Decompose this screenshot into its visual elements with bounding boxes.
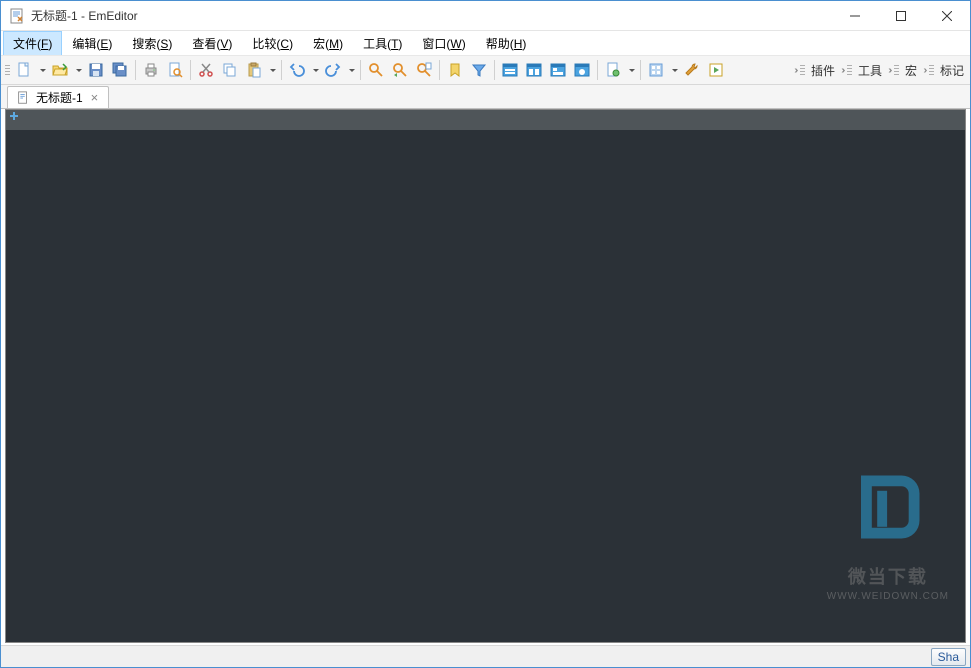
menu-file[interactable]: 文件(F) xyxy=(3,31,62,56)
cut-button[interactable] xyxy=(195,59,217,81)
new-file-dropdown[interactable] xyxy=(37,59,47,81)
redo-dropdown[interactable] xyxy=(346,59,356,81)
document-icon xyxy=(16,91,30,105)
properties-button[interactable] xyxy=(645,59,667,81)
close-button[interactable] xyxy=(924,1,970,30)
toolbar-label-markers: 标记 xyxy=(936,62,968,79)
layout-web-button[interactable] xyxy=(571,59,593,81)
menu-window[interactable]: 窗口(W) xyxy=(412,31,475,56)
print-preview-button[interactable] xyxy=(164,59,186,81)
layout-outline-button[interactable] xyxy=(547,59,569,81)
document-config-dropdown[interactable] xyxy=(626,59,636,81)
find-in-files-button[interactable] xyxy=(413,59,435,81)
minimize-button[interactable] xyxy=(832,1,878,30)
status-bar: Sha xyxy=(1,645,970,667)
toolbar-overflow-main[interactable]: ›› xyxy=(792,65,798,76)
find-button[interactable] xyxy=(365,59,387,81)
properties-dropdown[interactable] xyxy=(669,59,679,81)
document-tab-label: 无标题-1 xyxy=(36,89,83,106)
toolbar-overflow-tools[interactable]: ›› xyxy=(886,65,892,76)
document-tab[interactable]: 无标题-1 × xyxy=(7,86,109,108)
editor-content[interactable] xyxy=(6,130,965,642)
toolbar-grip-tools[interactable] xyxy=(847,59,852,81)
window-title: 无标题-1 - EmEditor xyxy=(31,7,832,24)
find-next-button[interactable] xyxy=(389,59,411,81)
menu-edit[interactable]: 编辑(E) xyxy=(62,31,122,56)
save-button[interactable] xyxy=(85,59,107,81)
toolbar-grip-markers[interactable] xyxy=(929,59,934,81)
toolbar-grip-plugins[interactable] xyxy=(800,59,805,81)
toolbar-label-macros: 宏 xyxy=(901,62,921,79)
menu-bar: 文件(F) 编辑(E) 搜索(S) 查看(V) 比较(C) 宏(M) 工具(T)… xyxy=(1,31,970,55)
open-file-button[interactable] xyxy=(49,59,71,81)
menu-compare[interactable]: 比较(C) xyxy=(242,31,303,56)
save-all-button[interactable] xyxy=(109,59,131,81)
bookmark-button[interactable] xyxy=(444,59,466,81)
maximize-button[interactable] xyxy=(878,1,924,30)
menu-macros[interactable]: 宏(M) xyxy=(303,31,353,56)
copy-button[interactable] xyxy=(219,59,241,81)
tab-close-button[interactable]: × xyxy=(89,91,101,104)
toolbar-overflow-macros[interactable]: ›› xyxy=(921,65,927,76)
app-icon xyxy=(9,8,25,24)
toolbar-label-plugins: 插件 xyxy=(807,62,839,79)
toolbar-grip[interactable] xyxy=(5,59,10,81)
layout-normal-button[interactable] xyxy=(499,59,521,81)
toolbar-overflow-plugins[interactable]: ›› xyxy=(839,65,845,76)
window-controls xyxy=(832,1,970,30)
print-button[interactable] xyxy=(140,59,162,81)
undo-button[interactable] xyxy=(286,59,308,81)
document-config-button[interactable] xyxy=(602,59,624,81)
menu-view[interactable]: 查看(V) xyxy=(182,31,242,56)
filter-button[interactable] xyxy=(468,59,490,81)
paste-button[interactable] xyxy=(243,59,265,81)
editor-area[interactable]: 微当下载 WWW.WEIDOWN.COM xyxy=(5,109,966,643)
cursor-indicator xyxy=(10,112,20,122)
toolbar: ›› 插件 ›› 工具 ›› 宏 ›› 标记 xyxy=(1,55,970,85)
macro-play-button[interactable] xyxy=(705,59,727,81)
menu-search[interactable]: 搜索(S) xyxy=(122,31,182,56)
paste-dropdown[interactable] xyxy=(267,59,277,81)
toolbar-label-tools: 工具 xyxy=(854,62,886,79)
menu-help[interactable]: 帮助(H) xyxy=(476,31,537,56)
menu-tools[interactable]: 工具(T) xyxy=(353,31,412,56)
new-file-button[interactable] xyxy=(13,59,35,81)
open-file-dropdown[interactable] xyxy=(73,59,83,81)
layout-cell-button[interactable] xyxy=(523,59,545,81)
tool-button[interactable] xyxy=(681,59,703,81)
undo-dropdown[interactable] xyxy=(310,59,320,81)
redo-button[interactable] xyxy=(322,59,344,81)
document-tab-bar: 无标题-1 × xyxy=(1,85,970,109)
editor-ruler-band xyxy=(6,110,965,130)
share-button[interactable]: Sha xyxy=(931,648,966,666)
title-bar: 无标题-1 - EmEditor xyxy=(1,1,970,31)
toolbar-grip-macros[interactable] xyxy=(894,59,899,81)
